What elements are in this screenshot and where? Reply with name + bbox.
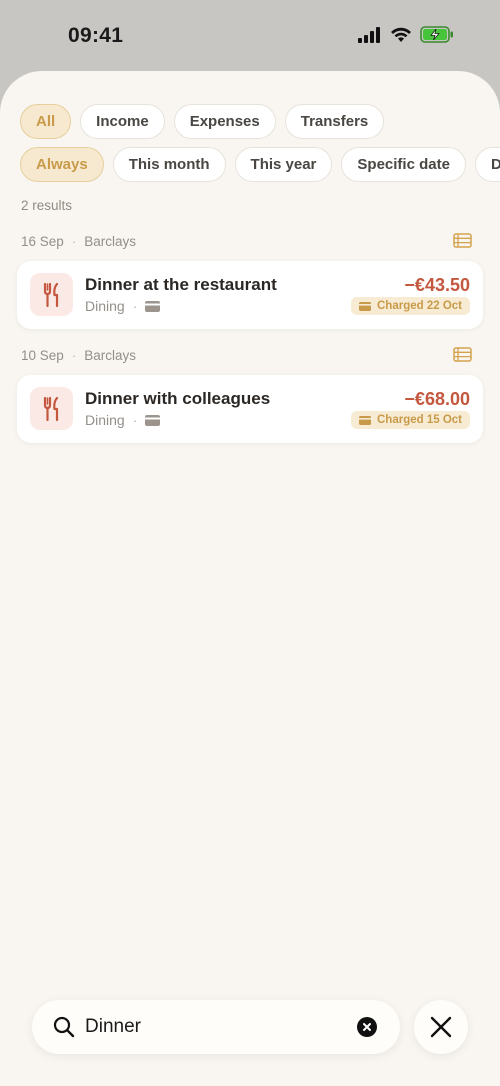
- signal-icon: [358, 26, 380, 43]
- date-chip-date-range[interactable]: Date r: [474, 147, 500, 182]
- date-chip-specific-date[interactable]: Specific date: [341, 147, 466, 182]
- separator-dot: ·: [71, 233, 77, 249]
- group-account: Barclays: [84, 347, 137, 363]
- status-time: 09:41: [68, 24, 124, 47]
- group-header: 10 Sep · Barclays: [21, 344, 472, 366]
- transaction-category: Dining: [85, 412, 125, 428]
- transaction-meta: Dining ·: [85, 298, 161, 314]
- results-count: 2 results: [21, 198, 73, 213]
- search-results-sheet: All Income Expenses Transfers Always Thi…: [0, 71, 500, 1086]
- wifi-icon: [391, 27, 411, 42]
- separator-dot: ·: [132, 298, 138, 314]
- filter-chip-expenses[interactable]: Expenses: [173, 104, 276, 139]
- group-header: 16 Sep · Barclays: [21, 230, 472, 252]
- transaction-amount: −€43.50: [404, 275, 470, 295]
- transaction-card[interactable]: Dinner at the restaurant Dining · −€43.5…: [17, 261, 483, 329]
- charged-date: Charged 22 Oct: [377, 300, 462, 312]
- category-icon-tile: [30, 273, 73, 316]
- transaction-title: Dinner with colleagues: [85, 389, 271, 408]
- close-icon: [430, 1016, 452, 1038]
- list-view-icon[interactable]: [453, 347, 472, 362]
- type-filter-row: All Income Expenses Transfers: [20, 104, 385, 139]
- credit-card-icon: [145, 414, 161, 426]
- fork-knife-icon: [43, 396, 58, 421]
- close-search-button[interactable]: [414, 1000, 468, 1054]
- charged-badge: Charged 22 Oct: [351, 297, 470, 315]
- filter-chip-all[interactable]: All: [20, 104, 72, 139]
- search-icon: [53, 1016, 75, 1038]
- filter-chip-income[interactable]: Income: [80, 104, 165, 139]
- separator-dot: ·: [132, 412, 138, 428]
- separator-dot: ·: [71, 347, 77, 363]
- clear-search-button[interactable]: [357, 1017, 377, 1037]
- transaction-category: Dining: [85, 298, 125, 314]
- group-date: 16 Sep: [21, 233, 64, 249]
- transaction-meta: Dining ·: [85, 412, 161, 428]
- list-view-icon[interactable]: [453, 233, 472, 248]
- date-chip-this-year[interactable]: This year: [234, 147, 333, 182]
- status-icons: [358, 26, 454, 43]
- date-chip-this-month[interactable]: This month: [112, 147, 226, 182]
- charged-date: Charged 15 Oct: [377, 414, 462, 426]
- date-filter-row: Always This month This year Specific dat…: [20, 147, 500, 182]
- credit-card-icon: [145, 300, 161, 312]
- status-bar: 09:41: [0, 0, 500, 72]
- transaction-title: Dinner at the restaurant: [85, 275, 277, 294]
- search-input[interactable]: [85, 1012, 345, 1042]
- transaction-card[interactable]: Dinner with colleagues Dining · −€68.00 …: [17, 375, 483, 443]
- battery-charging-icon: [420, 26, 453, 43]
- category-icon-tile: [30, 387, 73, 430]
- group-account: Barclays: [84, 233, 137, 249]
- credit-card-icon: [359, 301, 371, 311]
- transaction-amount: −€68.00: [404, 389, 470, 409]
- filter-chip-transfers[interactable]: Transfers: [284, 104, 385, 139]
- date-chip-always[interactable]: Always: [20, 147, 104, 182]
- charged-badge: Charged 15 Oct: [351, 411, 470, 429]
- credit-card-icon: [359, 415, 371, 425]
- fork-knife-icon: [43, 282, 58, 307]
- search-bar: [32, 1000, 400, 1054]
- clear-icon: [363, 1023, 371, 1031]
- group-date: 10 Sep: [21, 347, 64, 363]
